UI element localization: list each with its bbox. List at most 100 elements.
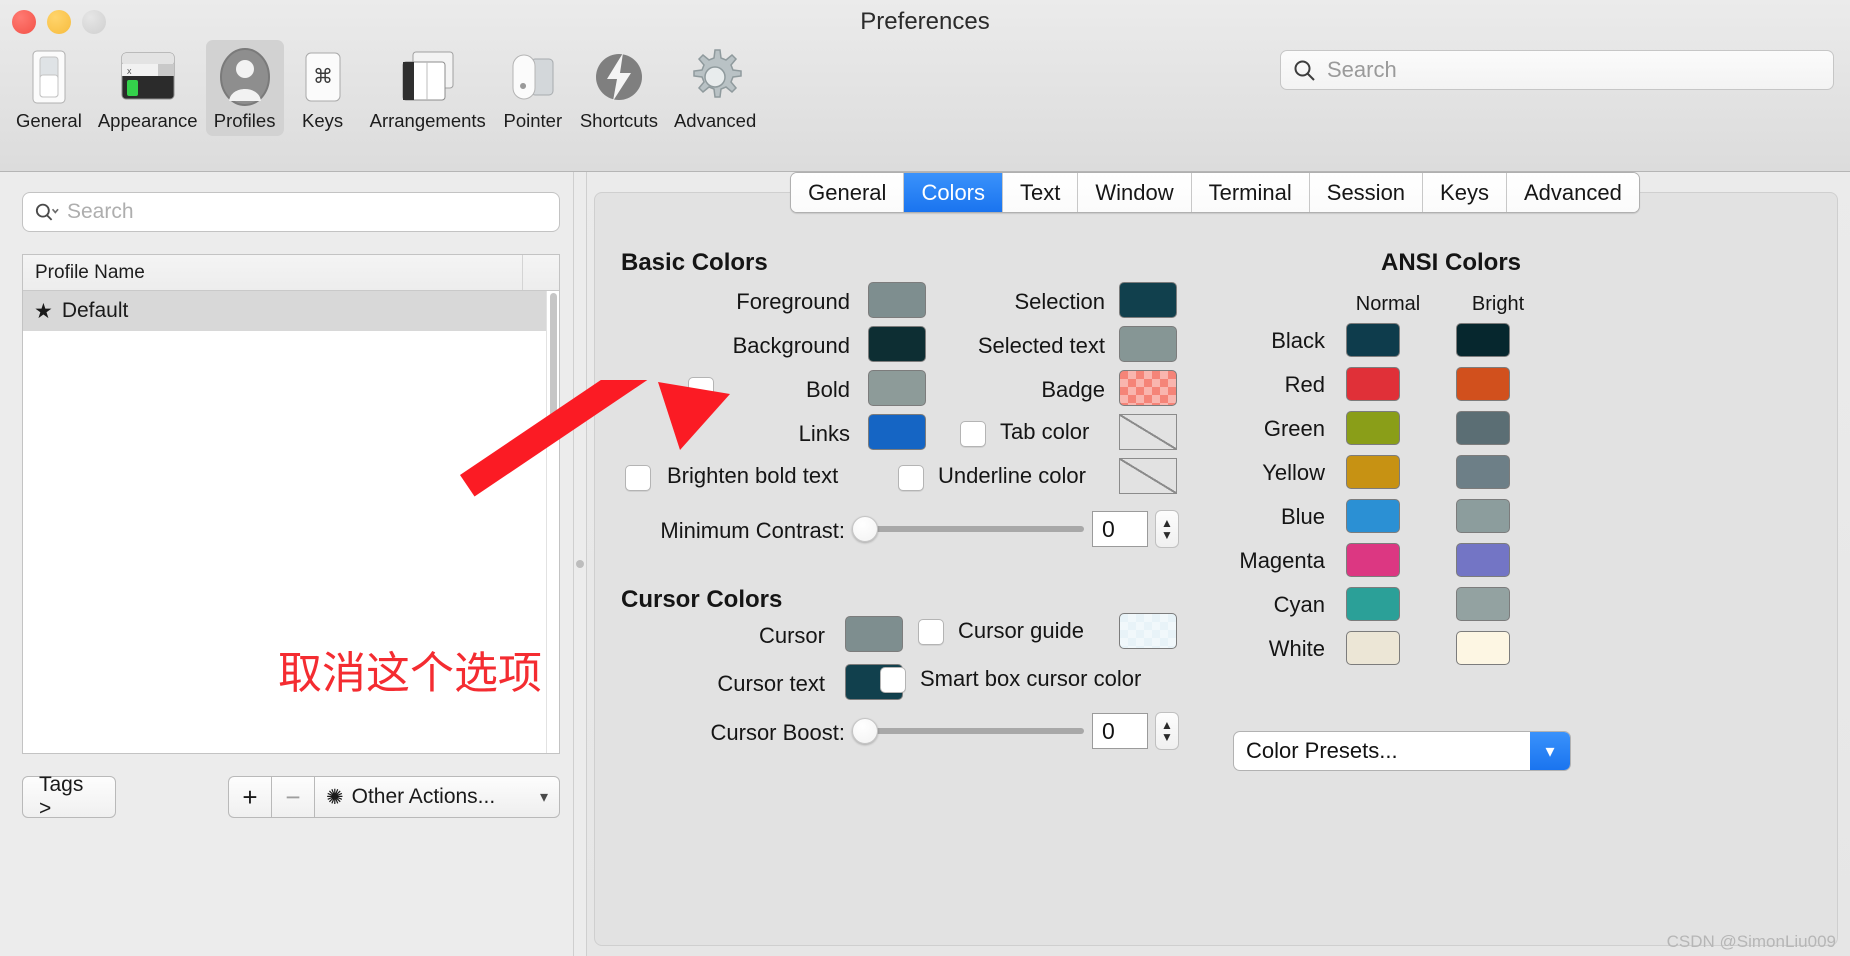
toolbar-label: Arrangements [369,110,486,131]
tab-text[interactable]: Text [1003,173,1079,212]
tab-colors[interactable]: Colors [904,173,1004,212]
scrollbar-thumb[interactable] [550,293,557,433]
selection-label: Selection [1014,289,1105,314]
window-title: Preferences [860,8,990,35]
color-presets-label: Color Presets... [1246,738,1398,763]
toolbar-item-profiles[interactable]: Profiles [205,40,284,136]
ansi-row-label-yellow: Yellow [1262,460,1325,485]
slider-knob[interactable] [852,718,878,744]
cursor-label: Cursor [758,623,825,648]
toolbar-item-keys[interactable]: ⌘ Keys [284,40,362,136]
ansi-normal-swatch-blue[interactable] [1346,499,1400,533]
cursor-colors-heading: Cursor Colors [621,586,783,613]
minimum-contrast-value[interactable]: 0 [1092,511,1148,547]
tab-session[interactable]: Session [1309,173,1424,212]
profiles-sidebar: Search Profile Name ★ Default Tags > + −… [0,172,580,956]
profile-search-input[interactable]: Search [22,192,560,232]
badge-color-swatch[interactable] [1119,370,1177,406]
tab-color-swatch[interactable] [1119,414,1177,450]
toolbar-label: General [16,110,82,131]
color-presets-dropdown[interactable]: Color Presets... ▾ [1233,731,1571,771]
chevron-down-icon[interactable]: ▾ [1530,732,1570,770]
ansi-normal-swatch-black[interactable] [1346,323,1400,357]
toolbar-item-appearance[interactable]: x Appearance [90,40,206,136]
toolbar-item-shortcuts[interactable]: Shortcuts [572,40,666,136]
basic-colors-heading: Basic Colors [621,249,768,276]
slider-track [852,728,1084,734]
ansi-normal-swatch-green[interactable] [1346,411,1400,445]
profiles-table-header: Profile Name [23,255,559,291]
background-color-swatch[interactable] [868,326,926,362]
ansi-normal-swatch-white[interactable] [1346,631,1400,665]
toolbar-label: Advanced [673,110,757,131]
ansi-bright-swatch-yellow[interactable] [1456,455,1510,489]
column-header-profile-name[interactable]: Profile Name [23,262,522,284]
ansi-normal-swatch-magenta[interactable] [1346,543,1400,577]
links-color-swatch[interactable] [868,414,926,450]
tab-terminal[interactable]: Terminal [1191,173,1310,212]
selected-text-color-swatch[interactable] [1119,326,1177,362]
chevron-down-icon: ▾ [539,789,548,806]
stepper-down-icon[interactable]: ▼ [1161,529,1173,541]
toolbar-item-general[interactable]: General [8,40,90,136]
toolbar-item-arrangements[interactable]: Arrangements [362,40,494,136]
cursor-guide-color-swatch[interactable] [1119,613,1177,649]
preferences-window: Preferences General x Appearance Profile… [0,0,1850,956]
tab-window[interactable]: Window [1078,173,1192,212]
window-titlebar: Preferences General x Appearance Profile… [0,0,1850,172]
toolbar-item-pointer[interactable]: Pointer [494,40,572,136]
smart-box-cursor-color-checkbox[interactable] [880,667,906,693]
bold-color-swatch[interactable] [868,370,926,406]
ansi-colors-heading: ANSI Colors [1380,249,1521,276]
profiles-sidebar-toolbar: Tags > + − ✺ Other Actions... ▾ [22,773,560,820]
table-row[interactable]: ★ Default [23,291,559,331]
preferences-toolbar: General x Appearance Profiles ⌘ Keys Arr… [8,40,764,136]
ansi-bright-column-header: Bright [1471,293,1525,315]
ansi-normal-swatch-red[interactable] [1346,367,1400,401]
ansi-row-label-white: White [1268,636,1325,661]
slider-track [852,526,1084,532]
foreground-color-swatch[interactable] [868,282,926,318]
cursor-boost-value[interactable]: 0 [1092,713,1148,749]
ansi-bright-swatch-blue[interactable] [1456,499,1510,533]
stepper-down-icon[interactable]: ▼ [1161,731,1173,743]
minimum-contrast-stepper[interactable]: ▲ ▼ [1155,510,1179,548]
underline-color-checkbox[interactable] [898,465,924,491]
toolbar-label: Profiles [213,110,276,131]
ansi-bright-swatch-red[interactable] [1456,367,1510,401]
tab-advanced[interactable]: Advanced [1506,173,1639,212]
appearance-window-icon: x [117,46,179,108]
ansi-bright-swatch-green[interactable] [1456,411,1510,445]
toolbar-label: Pointer [503,110,563,131]
svg-text:x: x [127,66,132,76]
ansi-normal-swatch-yellow[interactable] [1346,455,1400,489]
cursor-color-swatch[interactable] [845,616,903,652]
ansi-bright-swatch-black[interactable] [1456,323,1510,357]
cursor-boost-stepper[interactable]: ▲ ▼ [1155,712,1179,750]
tab-keys[interactable]: Keys [1423,173,1507,212]
toolbar-search-field[interactable]: Search [1280,50,1834,90]
search-icon [1294,60,1315,81]
tab-general[interactable]: General [791,173,905,212]
other-actions-menu[interactable]: ✺ Other Actions... ▾ [314,776,560,818]
underline-color-swatch[interactable] [1119,458,1177,494]
ansi-normal-swatch-cyan[interactable] [1346,587,1400,621]
brighten-bold-text-checkbox[interactable] [625,465,651,491]
cursor-boost-slider[interactable] [852,718,1084,744]
minimum-contrast-slider[interactable] [852,516,1084,542]
add-profile-button[interactable]: + [228,776,271,818]
tags-button[interactable]: Tags > [22,773,116,820]
ansi-bright-swatch-cyan[interactable] [1456,587,1510,621]
ansi-bright-swatch-white[interactable] [1456,631,1510,665]
slider-knob[interactable] [852,516,878,542]
ansi-bright-swatch-magenta[interactable] [1456,543,1510,577]
cursor-guide-checkbox[interactable] [918,619,944,645]
remove-profile-button[interactable]: − [271,776,314,818]
minimum-contrast-label: Minimum Contrast: [660,518,845,543]
toolbar-search-placeholder: Search [1327,57,1397,82]
selection-color-swatch[interactable] [1119,282,1177,318]
tab-color-checkbox[interactable] [960,421,986,447]
toolbar-item-advanced[interactable]: Advanced [666,40,764,136]
profiles-table-scrollbar[interactable] [546,291,559,753]
profile-tabs: General Colors Text Window Terminal Sess… [790,172,1640,213]
